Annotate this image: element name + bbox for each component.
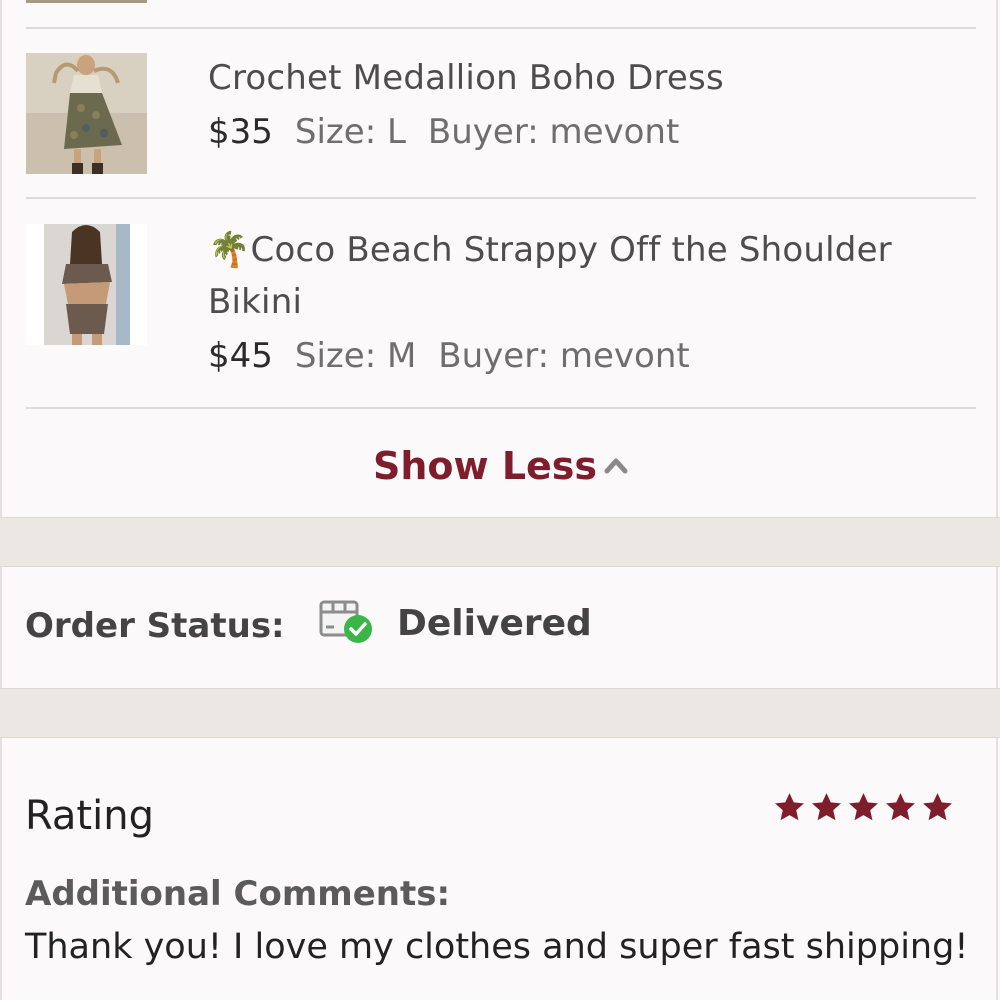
item-meta: $45 Size: M Buyer: mevont <box>208 334 690 378</box>
star-icon <box>923 793 952 821</box>
divider <box>26 407 976 409</box>
comments-label: Additional Comments: <box>25 874 451 914</box>
dress-thumbnail[interactable] <box>26 53 147 174</box>
star-icon <box>812 793 841 821</box>
item-price: $35 <box>208 112 273 152</box>
section-gap <box>0 688 1000 738</box>
item-meta: $35 Size: L Buyer: mevont <box>208 110 679 154</box>
divider <box>26 27 976 29</box>
divider <box>26 197 976 199</box>
rating-stars <box>773 791 954 824</box>
delivered-package-icon <box>319 600 372 643</box>
item-buyer[interactable]: Buyer: mevont <box>428 112 679 152</box>
item-title[interactable]: Crochet Medallion Boho Dress <box>208 52 724 104</box>
star-icon <box>849 793 878 821</box>
item-size: Size: M <box>294 336 417 376</box>
palm-tree-icon: 🌴 <box>208 230 251 270</box>
order-status-value: Delivered <box>397 603 592 644</box>
show-less-label: Show Less <box>372 444 598 488</box>
star-icon <box>886 793 915 821</box>
item-title-line2: Bikini <box>208 282 303 322</box>
item-size: Size: L <box>294 112 406 152</box>
comments-text: Thank you! I love my clothes and super f… <box>25 927 969 967</box>
item-price: $45 <box>208 336 273 376</box>
chevron-up-icon <box>604 458 628 473</box>
item-buyer[interactable]: Buyer: mevont <box>438 336 689 376</box>
section-gap <box>0 517 1000 567</box>
rating-label: Rating <box>25 793 154 839</box>
order-items-card: Crochet Medallion Boho Dress $35 Size: L B… <box>0 0 998 517</box>
item-title[interactable]: 🌴Coco Beach Strappy Off the Shoulder Bik… <box>208 224 892 328</box>
order-status-label: Order Status: <box>25 606 285 646</box>
show-less-button[interactable]: Show Less <box>2 436 1000 496</box>
bikini-photo-icon <box>26 224 147 345</box>
bikini-thumbnail[interactable] <box>26 224 147 345</box>
previous-item-thumbnail[interactable] <box>26 0 147 3</box>
dress-photo-icon <box>26 53 147 174</box>
star-icon <box>775 793 804 821</box>
item-title-line1: Coco Beach Strappy Off the Shoulder <box>250 230 892 270</box>
